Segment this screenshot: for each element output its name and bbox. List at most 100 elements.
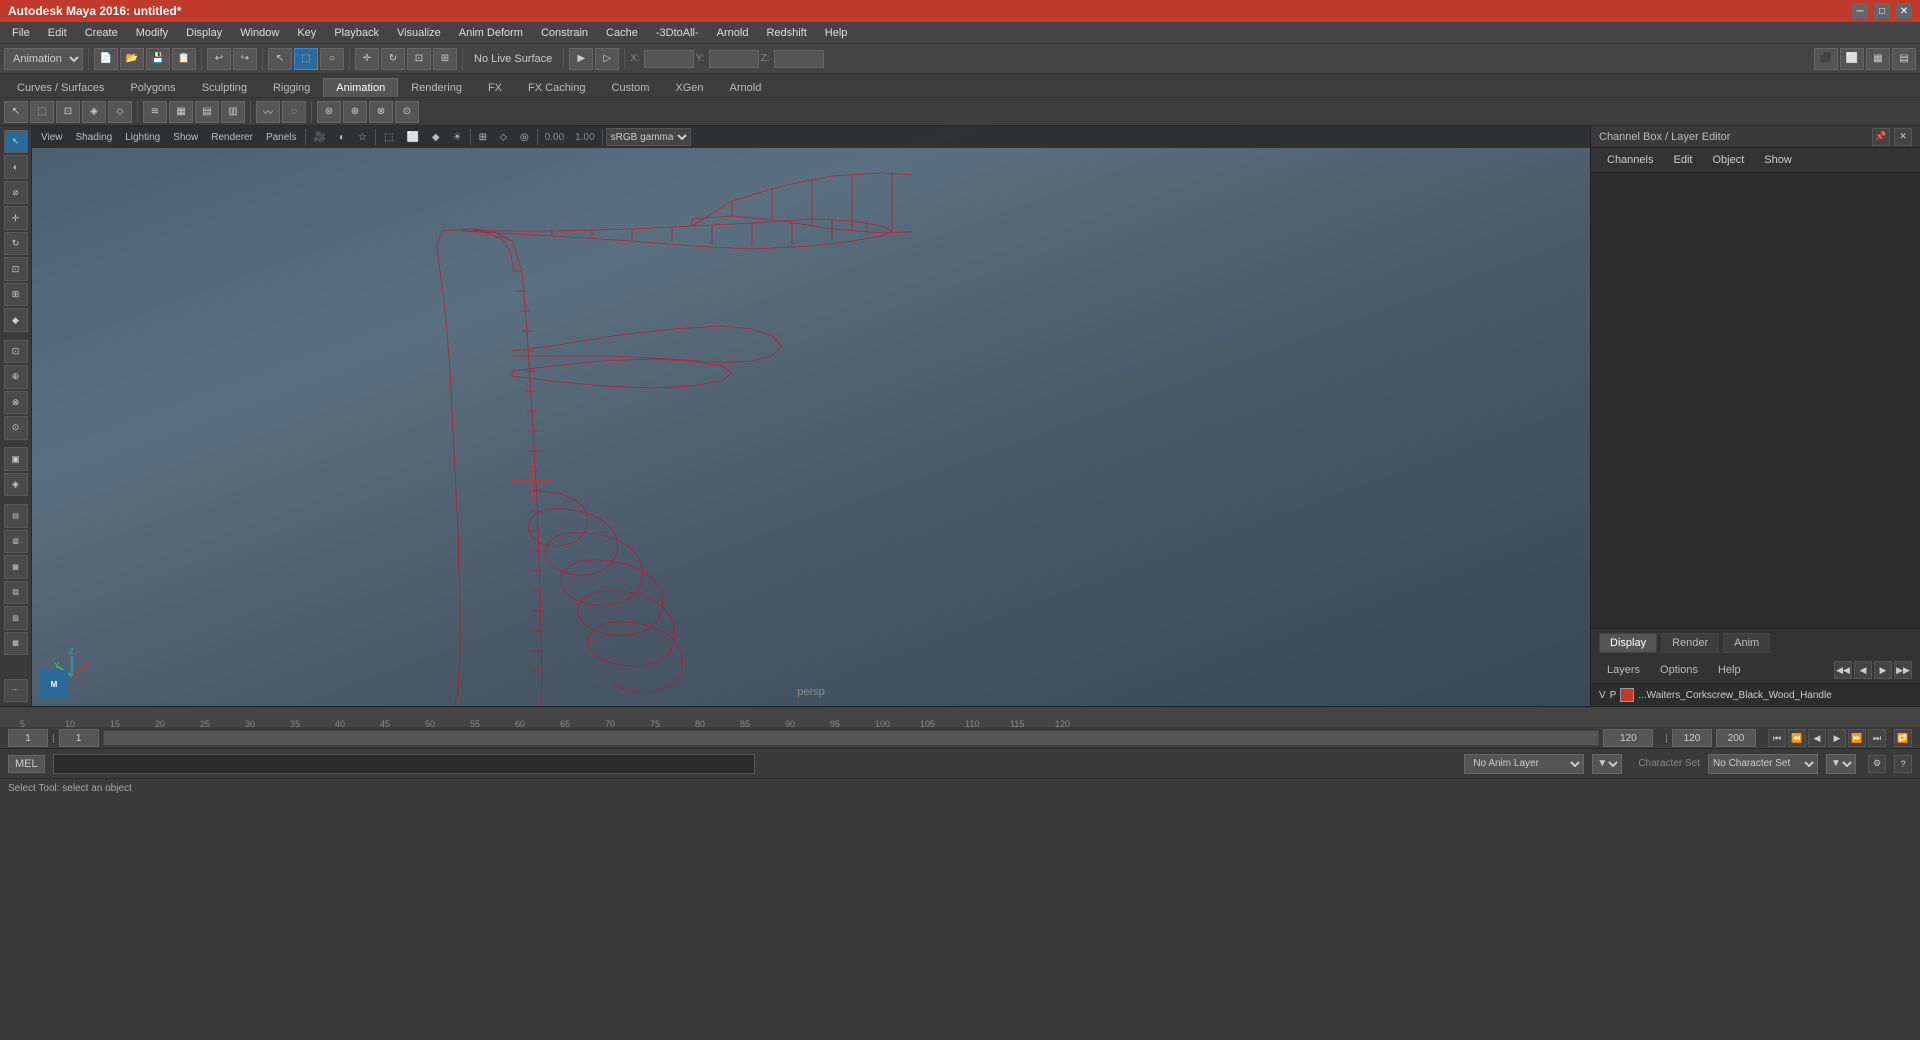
anim-layer-dropdown[interactable]: No Anim Layer — [1464, 754, 1584, 774]
close-button[interactable]: ✕ — [1896, 3, 1912, 19]
tab-rendering[interactable]: Rendering — [398, 78, 475, 97]
menu-window[interactable]: Window — [232, 25, 287, 41]
menu-help[interactable]: Help — [817, 25, 856, 41]
tab-object[interactable]: Object — [1704, 152, 1752, 168]
quick-layout-1[interactable]: ⬛ — [1814, 48, 1838, 70]
bottom-settings-btn[interactable]: ⚙ — [1868, 755, 1886, 773]
display-mode-btn[interactable]: ◈ — [4, 473, 28, 496]
vp-hud-btn[interactable]: ⬦ — [495, 131, 512, 144]
vp-light-btn[interactable]: ☀ — [448, 131, 467, 144]
dtab-render[interactable]: Render — [1661, 633, 1719, 653]
rotate-tool-btn[interactable]: ↻ — [4, 232, 28, 255]
dtab-display[interactable]: Display — [1599, 633, 1657, 653]
menu-edit[interactable]: Edit — [40, 25, 75, 41]
lasso-select-btn[interactable]: ⌀ — [4, 181, 28, 204]
layer-color-swatch[interactable] — [1620, 688, 1634, 702]
quick-layout-2[interactable]: ⬜ — [1840, 48, 1864, 70]
misc-btn-1[interactable]: ⋯ — [4, 679, 28, 702]
menu-modify[interactable]: Modify — [128, 25, 176, 41]
command-line-input[interactable] — [53, 754, 756, 774]
rotate-btn[interactable]: ↻ — [381, 48, 405, 70]
step-fwd-btn[interactable]: ⏩ — [1848, 729, 1866, 747]
scale-btn[interactable]: ⊡ — [407, 48, 431, 70]
maximize-button[interactable]: □ — [1874, 3, 1890, 19]
tab-curves-surfaces[interactable]: Curves / Surfaces — [4, 78, 117, 97]
play-fwd-btn[interactable]: ▶ — [1828, 729, 1846, 747]
tab-custom[interactable]: Custom — [599, 78, 663, 97]
tool-key-btn[interactable]: ↖ — [4, 101, 28, 123]
tab-fx-caching[interactable]: FX Caching — [515, 78, 598, 97]
ltab-help[interactable]: Help — [1710, 662, 1749, 678]
tool-dope-sheet[interactable]: ▦ — [169, 101, 193, 123]
panel-pin-btn[interactable]: 📌 — [1872, 128, 1890, 146]
start-frame-input[interactable] — [59, 729, 99, 747]
layer-nav-2[interactable]: ◀ — [1854, 661, 1872, 679]
timeline-scrub-bar[interactable] — [103, 730, 1600, 746]
menu-redshift[interactable]: Redshift — [758, 25, 814, 41]
character-set-dropdown[interactable]: No Character Set — [1708, 754, 1818, 774]
redo-btn[interactable]: ↪ — [233, 48, 257, 70]
vp-shading-menu[interactable]: Shading — [71, 131, 118, 144]
layer-stack-2[interactable]: ▥ — [4, 530, 28, 553]
select-all-btn[interactable]: ⬚ — [294, 48, 318, 70]
ltab-options[interactable]: Options — [1652, 662, 1706, 678]
ipr-btn[interactable]: ▷ — [595, 48, 619, 70]
menu-constrain[interactable]: Constrain — [533, 25, 596, 41]
move-btn[interactable]: ✛ — [355, 48, 379, 70]
render-region-btn[interactable]: ▣ — [4, 447, 28, 470]
vp-cam-btn[interactable]: 🎥 — [309, 131, 331, 144]
play-back-btn[interactable]: ◀ — [1808, 729, 1826, 747]
snap-to-grid-btn[interactable]: ⊡ — [4, 340, 28, 363]
vp-hide-btn[interactable]: ◐ — [334, 131, 350, 144]
menu-cache[interactable]: Cache — [598, 25, 646, 41]
tool-point[interactable]: ⊗ — [369, 101, 393, 123]
vp-wireframe-btn[interactable]: ⬚ — [379, 131, 398, 144]
layer-stack-4[interactable]: ▧ — [4, 581, 28, 604]
vp-renderer-menu[interactable]: Renderer — [206, 131, 258, 144]
tab-arnold[interactable]: Arnold — [717, 78, 775, 97]
soft-mod-btn[interactable]: ◆ — [4, 308, 28, 331]
snap-to-curve-btn[interactable]: ⊕ — [4, 365, 28, 388]
tool-camera-seq[interactable]: ▥ — [221, 101, 245, 123]
timeline[interactable]: 5 10 15 20 25 30 35 40 45 50 55 60 65 70… — [0, 706, 1920, 748]
tab-animation[interactable]: Animation — [323, 78, 398, 97]
layer-stack-5[interactable]: ▨ — [4, 606, 28, 629]
layer-nav-3[interactable]: ▶ — [1874, 661, 1892, 679]
tool-ghosting[interactable]: ◌ — [282, 101, 306, 123]
open-btn[interactable]: 📂 — [120, 48, 144, 70]
layer-stack-3[interactable]: ▦ — [4, 555, 28, 578]
range-start-input[interactable] — [1672, 729, 1712, 747]
tab-fx[interactable]: FX — [475, 78, 515, 97]
go-to-start-btn[interactable]: ⏮ — [1768, 729, 1786, 747]
tab-rigging[interactable]: Rigging — [260, 78, 323, 97]
x-coord-input[interactable] — [644, 50, 694, 68]
vp-smooth-btn[interactable]: ◆ — [427, 131, 445, 144]
tool-trax[interactable]: ▤ — [195, 101, 219, 123]
scale-tool-btn[interactable]: ⊡ — [4, 257, 28, 280]
select-tool-btn[interactable]: ↖ — [4, 130, 28, 153]
tool-inbetween[interactable]: ⬦ — [108, 101, 132, 123]
range-end-input[interactable] — [1716, 729, 1756, 747]
vp-grid-btn[interactable]: ⊞ — [474, 131, 492, 144]
tool-graph-ed[interactable]: ≋ — [143, 101, 167, 123]
tool-parent[interactable]: ⊕ — [343, 101, 367, 123]
lasso-btn[interactable]: ○ — [320, 48, 344, 70]
anim-layer-options[interactable]: ▼ — [1592, 754, 1622, 774]
char-set-options[interactable]: ▼ — [1826, 754, 1856, 774]
paint-select-btn[interactable]: ◐ — [4, 155, 28, 178]
tool-motion-trail[interactable]: 〰 — [256, 101, 280, 123]
tab-polygons[interactable]: Polygons — [117, 78, 188, 97]
menu-file[interactable]: File — [4, 25, 38, 41]
new-file-btn[interactable]: 📄 — [94, 48, 118, 70]
tab-sculpting[interactable]: Sculpting — [189, 78, 260, 97]
snap-to-view-btn[interactable]: ⊙ — [4, 416, 28, 439]
tool-orient[interactable]: ⊙ — [395, 101, 419, 123]
universal-manip-btn[interactable]: ⊞ — [4, 283, 28, 306]
loop-btn[interactable]: 🔁 — [1894, 729, 1912, 747]
tab-show[interactable]: Show — [1756, 152, 1800, 168]
tool-breakdown[interactable]: ◈ — [82, 101, 106, 123]
layer-nav-1[interactable]: ◀◀ — [1834, 661, 1852, 679]
menu-arnold[interactable]: Arnold — [709, 25, 757, 41]
move-tool-btn[interactable]: ✛ — [4, 206, 28, 229]
vp-isolate-btn[interactable]: ◎ — [515, 131, 534, 144]
